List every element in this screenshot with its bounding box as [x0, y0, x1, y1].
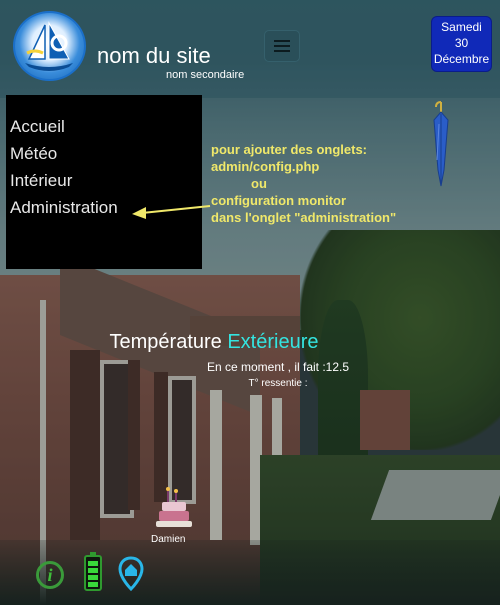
- annotation-line: configuration monitor: [211, 193, 347, 208]
- birthday-cake-icon[interactable]: [154, 486, 194, 532]
- temperature-title: Température Extérieure: [0, 331, 464, 354]
- home-location-pin-icon[interactable]: [118, 556, 144, 592]
- current-temperature: En ce moment , il fait :12.5: [206, 360, 350, 374]
- arrow-annotation: [132, 205, 211, 219]
- battery-icon[interactable]: [84, 552, 102, 591]
- temperature-title-main: Température: [109, 331, 222, 353]
- nav-item-accueil[interactable]: Accueil: [10, 117, 65, 137]
- annotation-line: pour ajouter des onglets:: [211, 142, 368, 157]
- info-icon[interactable]: i: [36, 561, 64, 589]
- nav-item-interieur[interactable]: Intérieur: [10, 171, 72, 191]
- nav-item-administration[interactable]: Administration: [10, 198, 118, 218]
- nav-item-meteo[interactable]: Météo: [10, 144, 57, 164]
- header-bar: nom du site nom secondaire Samedi 30 Déc…: [0, 0, 500, 98]
- annotation-line: admin/config.php: [211, 159, 320, 174]
- annotation-line: dans l'onglet "administration": [211, 210, 397, 225]
- site-logo[interactable]: [13, 11, 86, 81]
- date-day: 30: [454, 36, 469, 50]
- date-month: Décembre: [433, 52, 490, 66]
- birthday-name: Damien: [151, 534, 186, 545]
- hamburger-menu-icon[interactable]: [264, 30, 300, 62]
- date-widget: Samedi 30 Décembre: [431, 16, 492, 72]
- site-title: nom du site: [97, 43, 211, 68]
- admin-annotation: pour ajouter des onglets: admin/config.p…: [211, 141, 396, 226]
- site-subtitle: nom secondaire: [166, 69, 245, 81]
- annotation-line: ou: [251, 176, 267, 191]
- nav-menu: Accueil Météo Intérieur Administration: [6, 95, 202, 269]
- temperature-title-accent: Extérieure: [227, 331, 319, 353]
- date-weekday: Samedi: [441, 20, 482, 34]
- umbrella-icon: [433, 101, 449, 187]
- felt-temperature: T° ressentie :: [248, 378, 308, 389]
